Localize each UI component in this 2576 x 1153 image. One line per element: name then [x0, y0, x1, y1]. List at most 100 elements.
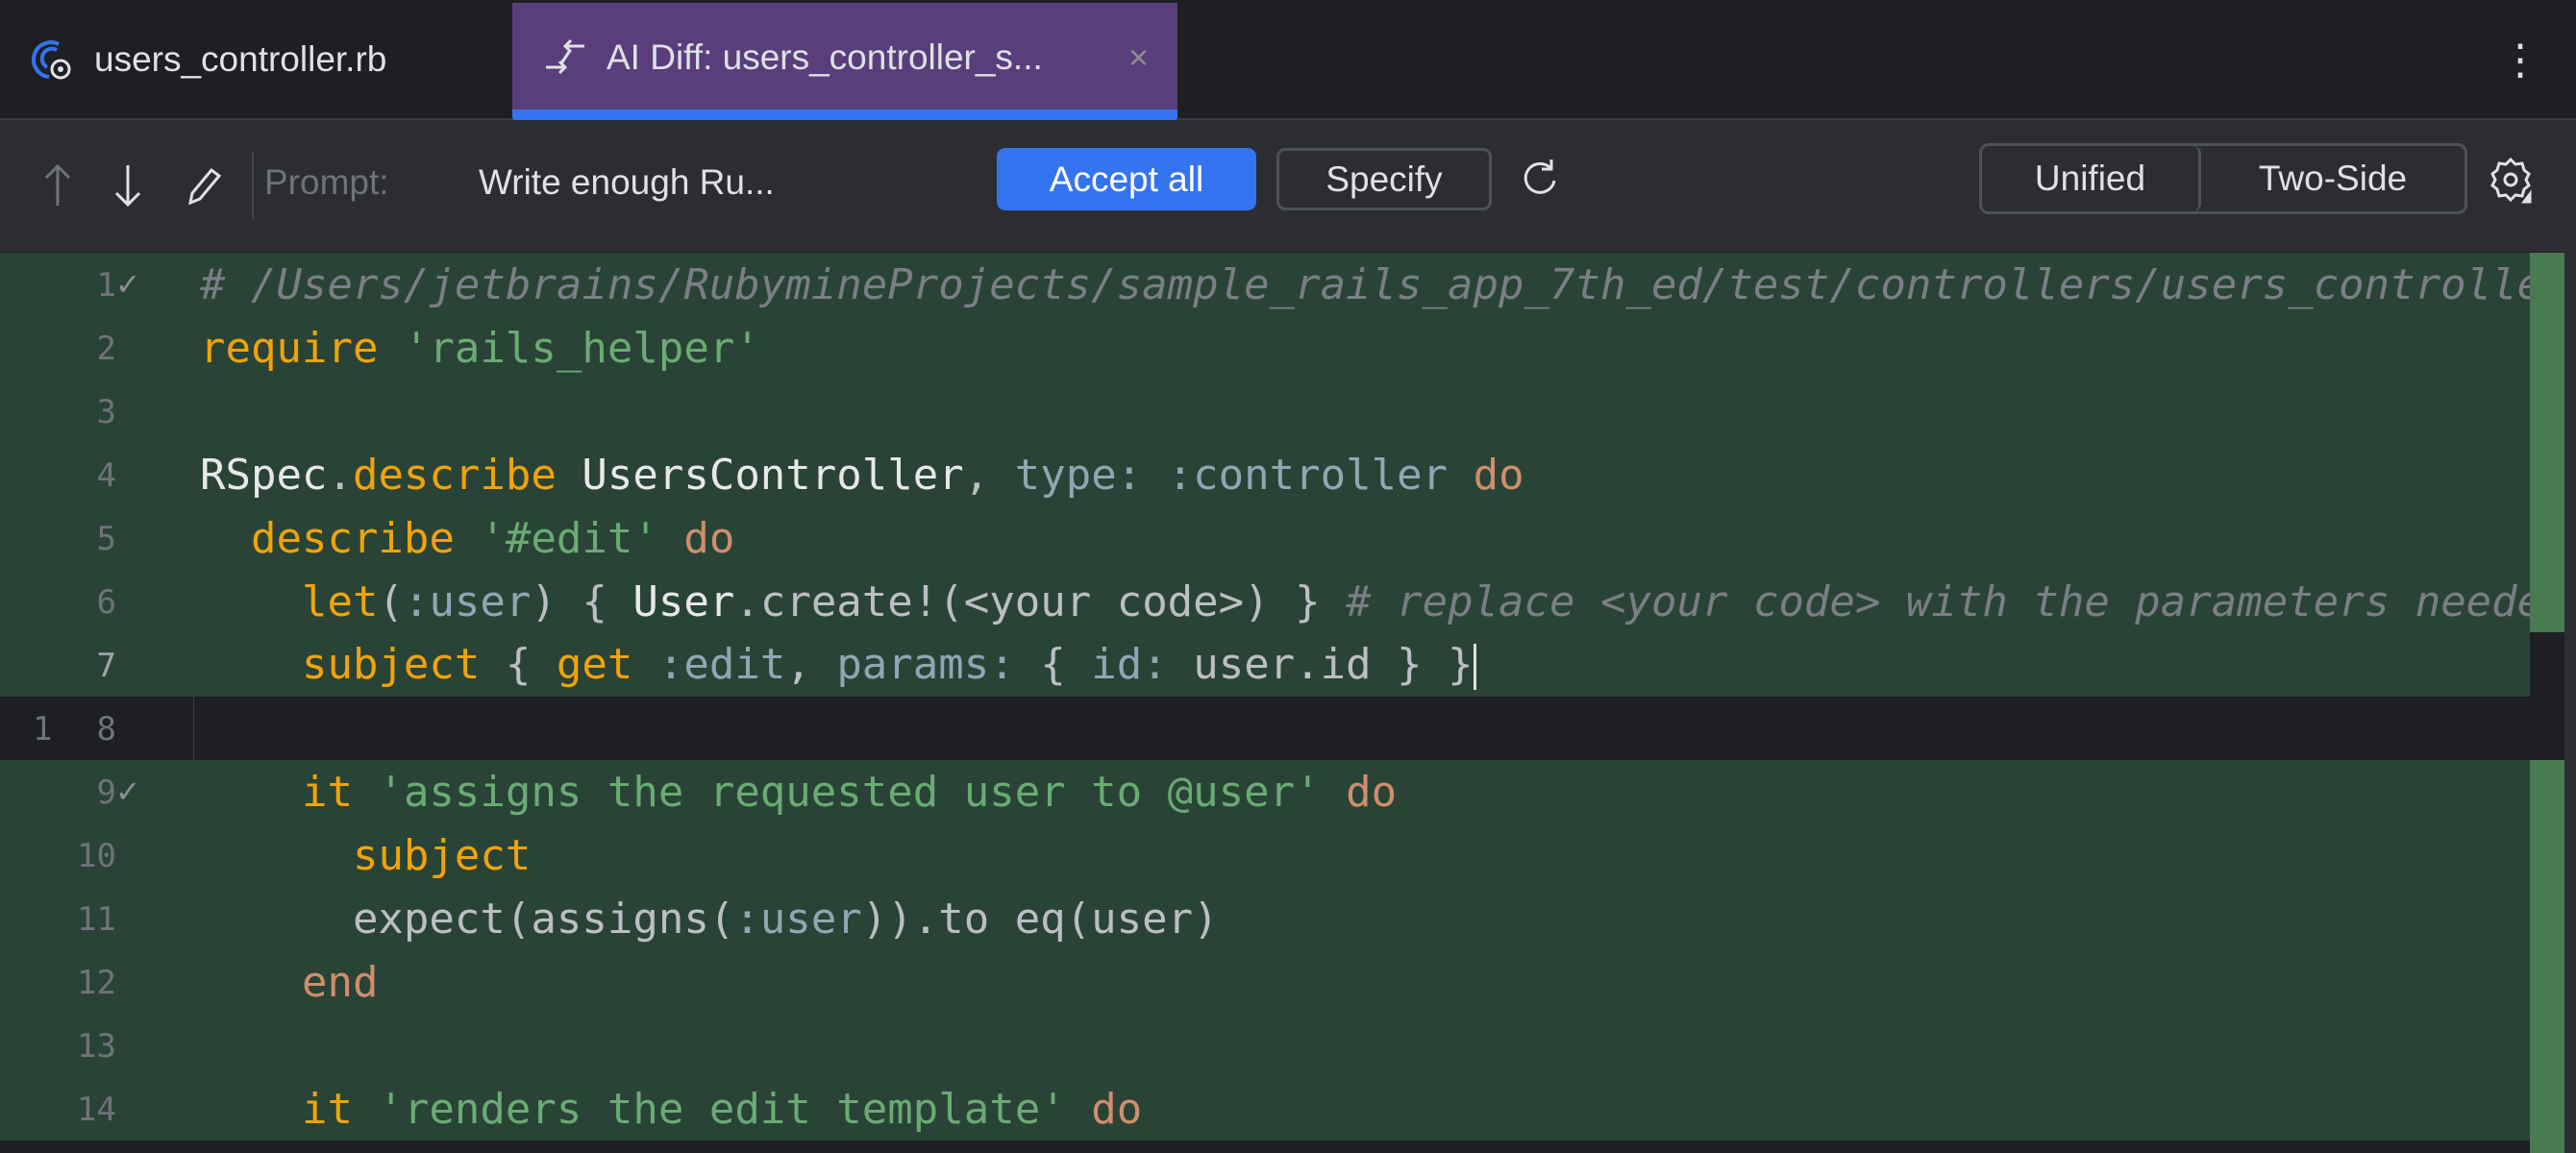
code-token: it — [301, 1084, 353, 1134]
line-gutter: 5 — [0, 506, 194, 570]
code-line: 4 RSpec.describe UsersController, type: :… — [0, 443, 2530, 506]
more-options-icon[interactable]: ⋮ — [2499, 37, 2541, 85]
new-line-number: 6 — [96, 583, 116, 622]
code-text[interactable]: describe '#edit' do — [194, 514, 2530, 563]
line-gutter: 14 — [0, 1077, 194, 1141]
specify-button[interactable]: Specify — [1276, 148, 1492, 210]
line-gutter: 1 ✓ — [0, 253, 194, 316]
code-token: do — [1346, 767, 1398, 817]
code-token: do — [1473, 450, 1524, 500]
line-gutter: 18 — [0, 697, 194, 760]
code-token: subject — [301, 640, 481, 689]
tab-label: AI Diff: users_controller_s... — [607, 37, 1043, 77]
checkmark-icon: ✓ — [117, 772, 138, 811]
previous-change-icon[interactable] — [38, 157, 77, 214]
ruby-gear-icon — [29, 36, 77, 84]
change-marker — [2530, 760, 2564, 1153]
code-line: 9 ✓ it 'assigns the requested user to @us… — [0, 760, 2530, 823]
code-line: 5 describe '#edit' do — [0, 506, 2530, 570]
code-line: 10 subject — [0, 823, 2530, 887]
code-line: 3 — [0, 380, 2530, 443]
code-text[interactable]: require 'rails_helper' — [194, 324, 2530, 373]
code-token: User — [632, 576, 735, 626]
code-line: 6 let(:user) { User.create!(<your code>)… — [0, 570, 2530, 633]
new-line-number: 2 — [96, 330, 116, 368]
settings-gear-icon[interactable] — [2489, 153, 2532, 207]
new-line-number: 5 — [96, 520, 116, 558]
view-unified-button[interactable]: Unified — [1982, 146, 2201, 211]
code-token: do — [1091, 1084, 1143, 1134]
checkmark-icon: ✓ — [117, 264, 138, 304]
line-gutter: 13 — [0, 1014, 194, 1077]
code-token: # replace <your code> with the parameter… — [1346, 576, 2530, 626]
new-line-number: 8 — [96, 710, 116, 748]
new-line-number: 9 — [96, 773, 116, 812]
code-token: id: — [1091, 640, 1168, 689]
code-line: 7 subject { get :edit, params: { id: use… — [0, 633, 2530, 697]
code-text[interactable]: end — [194, 958, 2530, 1007]
new-line-number: 7 — [96, 647, 116, 685]
new-line-number: 14 — [77, 1091, 116, 1129]
code-text[interactable]: it 'assigns the requested user to @user'… — [194, 768, 2530, 817]
code-token: type: — [1014, 450, 1143, 500]
code-text[interactable]: expect(assigns(:user)).to eq(user) — [194, 895, 2530, 944]
code-token: end — [301, 957, 379, 1007]
tab-label: users_controller.rb — [94, 38, 387, 79]
code-token: subject — [352, 830, 532, 880]
close-tab-icon[interactable]: × — [1128, 37, 1149, 78]
code-token: 'rails_helper' — [403, 323, 760, 373]
view-mode-toggle: Unified Two-Side — [1979, 143, 2467, 214]
code-token: UsersController — [582, 450, 964, 500]
code-text[interactable]: it 'renders the edit template' do — [194, 1085, 2530, 1134]
new-line-number: 10 — [77, 837, 116, 875]
code-token: ( — [378, 576, 404, 626]
code-token: require — [200, 323, 379, 373]
code-line: 2 require 'rails_helper' — [0, 316, 2530, 380]
code-text[interactable]: subject — [194, 831, 2530, 880]
diff-editor[interactable]: 1 ✓ # /Users/jetbrains/RubymineProjects/sa… — [0, 252, 2576, 1153]
code-token: it — [301, 767, 353, 817]
code-token: :controller — [1167, 450, 1449, 500]
code-token: , — [963, 450, 1015, 500]
new-line-number: 3 — [96, 393, 116, 431]
prompt-value[interactable]: Write enough Ru... — [479, 162, 775, 203]
accept-all-button[interactable]: Accept all — [997, 148, 1256, 210]
tab-ai-diff[interactable]: AI Diff: users_controller_s... × — [512, 3, 1177, 112]
edit-prompt-icon[interactable] — [185, 157, 223, 214]
next-change-icon[interactable] — [109, 157, 147, 214]
vertical-scrollbar[interactable] — [2564, 120, 2576, 1153]
code-text[interactable]: RSpec.describe UsersController, type: :c… — [194, 451, 2530, 500]
code-line: 13 — [0, 1014, 2530, 1077]
code-token: 'assigns the requested user to @user' — [378, 767, 1321, 817]
code-token: # /Users/jetbrains/RubymineProjects/samp… — [200, 259, 2530, 309]
code-text[interactable]: let(:user) { User.create!(<your code>) }… — [194, 577, 2530, 626]
tab-users-controller[interactable]: users_controller.rb — [29, 0, 386, 118]
code-text[interactable]: # /Users/jetbrains/RubymineProjects/samp… — [194, 260, 2530, 309]
code-token: :user — [403, 576, 532, 626]
line-gutter: 6 — [0, 570, 194, 633]
code-text[interactable]: subject { get :edit, params: { id: user.… — [194, 640, 2530, 690]
prompt-label: Prompt: — [264, 162, 389, 202]
new-line-number: 1 — [96, 266, 116, 305]
code-token: 'renders the edit template' — [378, 1084, 1066, 1134]
view-two-side-button[interactable]: Two-Side — [2201, 146, 2465, 211]
code-token: user.id } } — [1167, 640, 1474, 689]
regenerate-icon[interactable] — [1519, 155, 1561, 203]
line-gutter: 11 — [0, 887, 194, 950]
code-token: .create!(<your code>) } — [734, 576, 1347, 626]
code-line: 11 expect(assigns(:user)).to eq(user) — [0, 887, 2530, 950]
line-gutter: 12 — [0, 950, 194, 1014]
code-token: :edit — [657, 640, 786, 689]
